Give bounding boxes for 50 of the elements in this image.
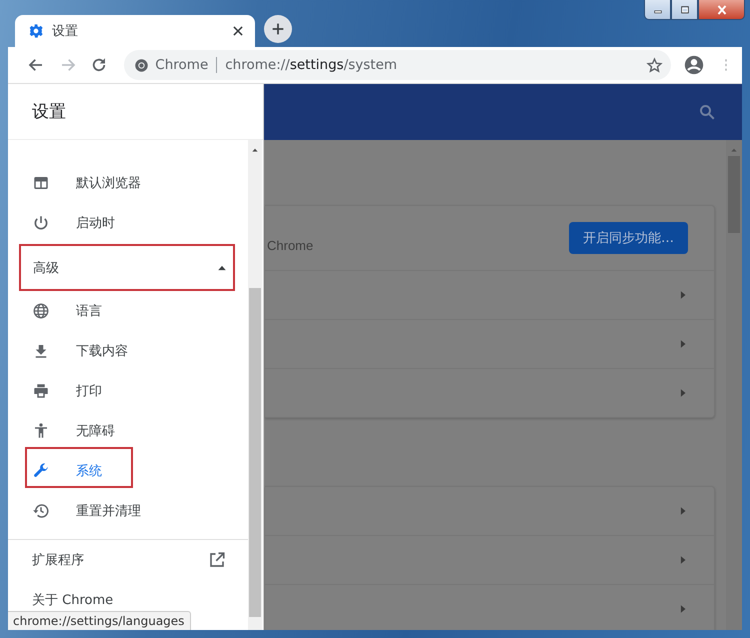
browser-tab[interactable]: 设置: [15, 15, 255, 47]
more-vertical-icon: [724, 57, 728, 73]
power-icon: [32, 214, 50, 232]
globe-icon: [32, 302, 50, 320]
tab-title: 设置: [52, 23, 79, 40]
caret-right-icon: [678, 387, 688, 399]
nav-item[interactable]: 下载内容: [8, 331, 248, 371]
caret-right-icon: [678, 289, 688, 301]
chrome-logo-icon: [134, 58, 150, 72]
maximize-icon: [678, 4, 690, 14]
nav-item[interactable]: 默认浏览器: [8, 163, 248, 203]
url-text: chrome://settings/system: [224, 57, 398, 73]
status-url-tooltip: chrome://settings/languages: [8, 611, 192, 630]
close-button[interactable]: [698, 0, 745, 20]
caret-right-icon: [678, 338, 688, 350]
sync-description: Chrome: [266, 238, 314, 252]
caret-right-icon: [678, 505, 688, 517]
scroll-up-icon: [730, 146, 738, 154]
scrollbar[interactable]: [726, 140, 742, 630]
nav-item[interactable]: 启动时: [8, 203, 248, 243]
site-label: Chrome: [155, 57, 218, 73]
person-icon: [32, 422, 50, 440]
nav-item[interactable]: 打印: [8, 371, 248, 411]
nav-item[interactable]: 系统: [8, 451, 248, 491]
sync-button[interactable]: 开启同步功能…: [569, 222, 688, 254]
drawer-link[interactable]: 扩展程序: [8, 540, 248, 580]
star-icon[interactable]: [646, 56, 662, 74]
printer-icon: [32, 382, 50, 400]
scrollbar[interactable]: [248, 140, 262, 630]
nav-item[interactable]: 语言: [8, 291, 248, 331]
scroll-up-icon: [251, 146, 259, 154]
browser-window-icon: [32, 174, 50, 192]
caret-right-icon: [678, 554, 688, 566]
account-icon: [683, 54, 706, 76]
scrollbar-thumb[interactable]: [249, 288, 261, 617]
wrench-icon: [32, 462, 50, 480]
plus-icon: [270, 21, 286, 37]
nav-item[interactable]: 无障碍: [8, 411, 248, 451]
advanced-section-toggle[interactable]: 高级: [19, 244, 235, 291]
caret-right-icon: [678, 603, 688, 615]
history-icon: [32, 502, 50, 520]
drawer-title: 设置: [8, 84, 263, 140]
maximize-button[interactable]: [671, 0, 698, 20]
search-icon[interactable]: [698, 103, 716, 121]
new-tab-button[interactable]: [264, 15, 292, 43]
nav-item[interactable]: 重置并清理: [8, 491, 248, 531]
close-icon[interactable]: [231, 24, 245, 38]
gear-icon: [28, 23, 44, 39]
minimize-button[interactable]: [644, 0, 671, 20]
address-bar[interactable]: Chrome chrome://settings/system: [124, 50, 670, 80]
